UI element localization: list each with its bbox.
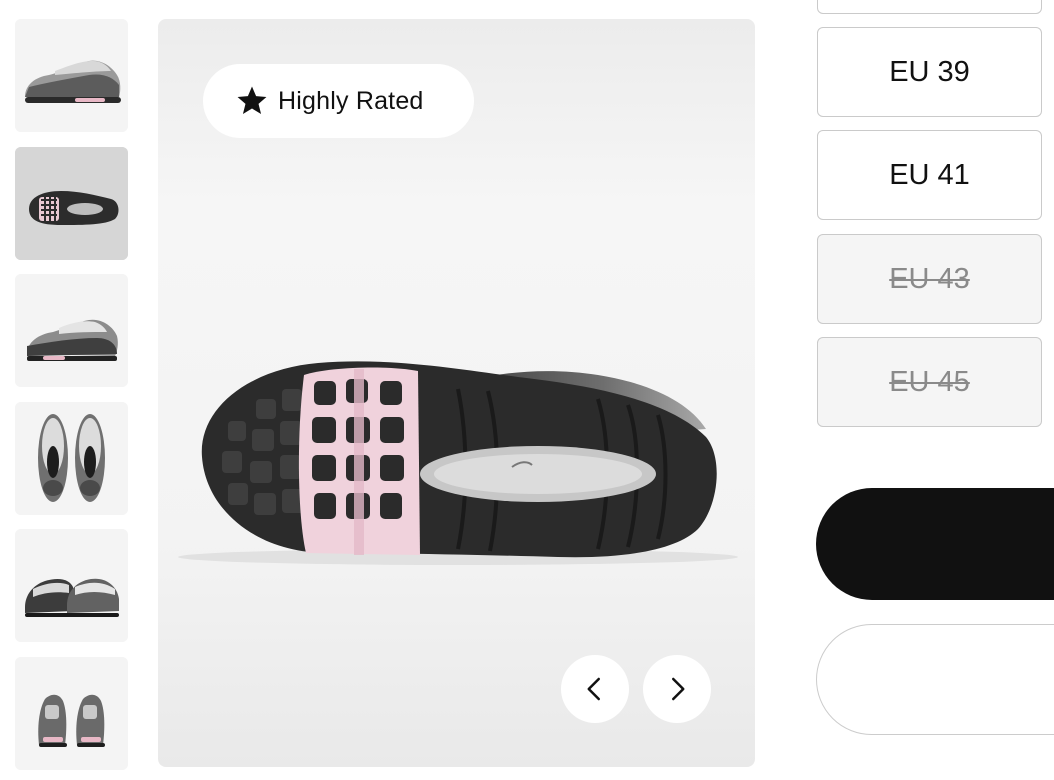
size-option-eu-41[interactable]: EU 41 bbox=[817, 130, 1042, 220]
thumbnail-front-view[interactable] bbox=[15, 529, 128, 642]
chevron-left-icon bbox=[587, 677, 600, 701]
thumbnail-back-view[interactable] bbox=[15, 657, 128, 770]
badge-label: Highly Rated bbox=[278, 86, 424, 115]
thumbnail-angle-view[interactable] bbox=[15, 274, 128, 387]
main-product-image: Highly Rated bbox=[158, 19, 755, 767]
add-to-bag-button[interactable] bbox=[816, 488, 1054, 600]
product-page: Highly Rated EU 39 EU 41 EU 43 EU 45 bbox=[0, 0, 1054, 780]
previous-image-button[interactable] bbox=[561, 655, 629, 723]
highly-rated-badge: Highly Rated bbox=[203, 64, 474, 138]
thumbnail-top-view[interactable] bbox=[15, 402, 128, 515]
shoe-side-image bbox=[15, 19, 128, 132]
shoe-angle-image bbox=[15, 274, 128, 387]
size-option-eu-45-unavailable: EU 45 bbox=[817, 337, 1042, 427]
star-icon bbox=[237, 86, 267, 115]
shoe-top-pair-image bbox=[15, 402, 128, 515]
size-label: EU 43 bbox=[889, 262, 970, 295]
size-label: EU 45 bbox=[889, 365, 970, 398]
thumbnail-sole-view[interactable] bbox=[15, 147, 128, 260]
size-option-eu-39[interactable]: EU 39 bbox=[817, 27, 1042, 117]
shoe-sole-image bbox=[15, 147, 128, 260]
size-label: EU 39 bbox=[889, 55, 970, 88]
chevron-right-icon bbox=[672, 677, 685, 701]
size-label: EU 41 bbox=[889, 158, 970, 191]
shoe-back-pair-image bbox=[15, 657, 128, 770]
size-option-eu-43-unavailable: EU 43 bbox=[817, 234, 1042, 324]
favourite-button[interactable] bbox=[816, 624, 1054, 735]
size-option[interactable] bbox=[817, 0, 1042, 14]
thumbnail-side-view[interactable] bbox=[15, 19, 128, 132]
next-image-button[interactable] bbox=[643, 655, 711, 723]
shoe-front-pair-image bbox=[15, 529, 128, 642]
